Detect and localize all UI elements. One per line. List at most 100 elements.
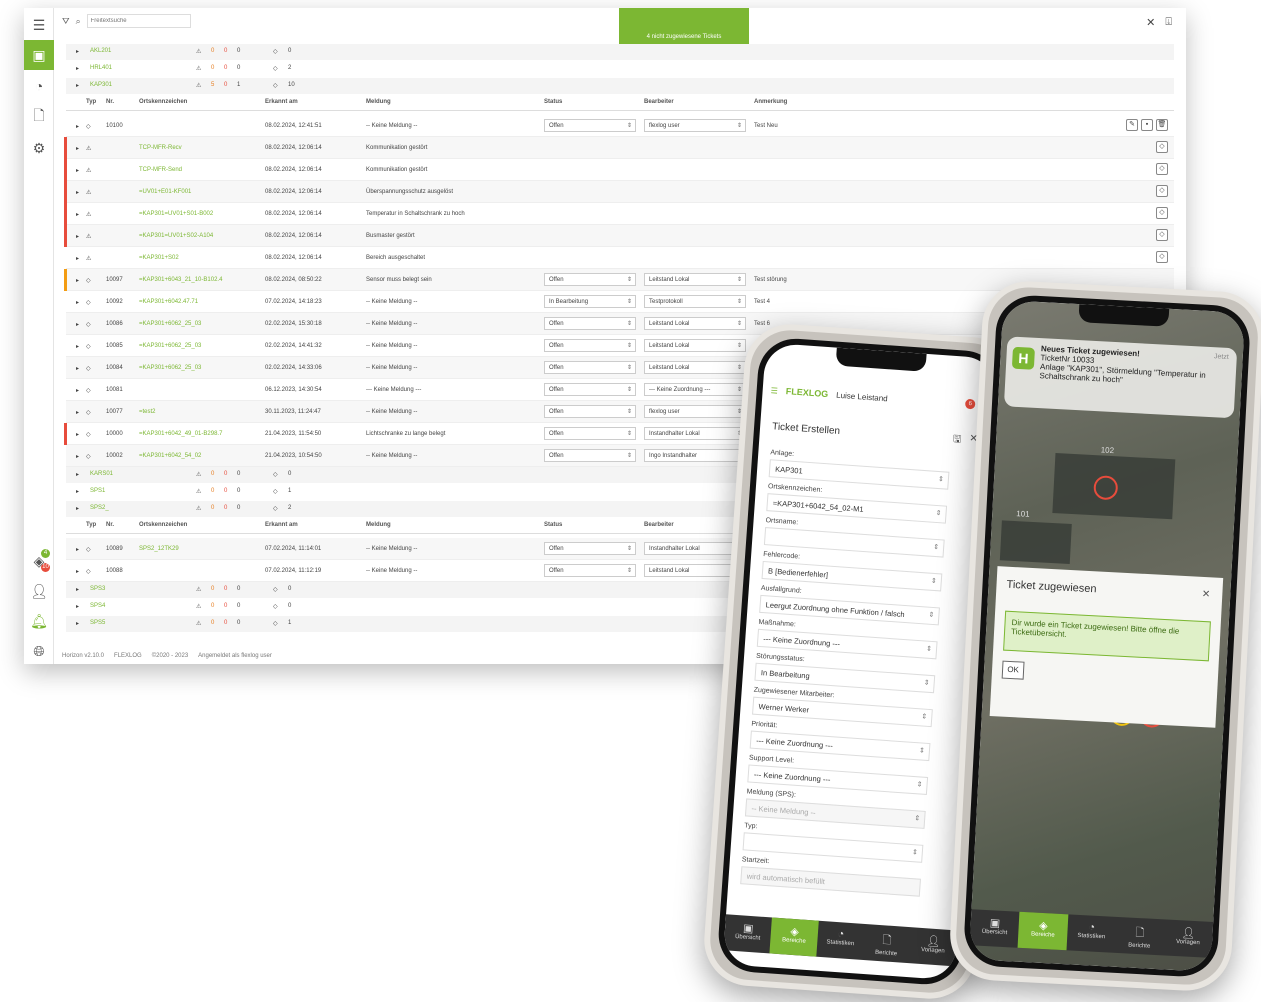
- bell-icon[interactable]: 🔔︎: [24, 606, 54, 636]
- expand-icon[interactable]: ▸: [76, 145, 79, 152]
- overview-icon[interactable]: ▣: [24, 40, 54, 70]
- header-bearbeiter[interactable]: Bearbeiter: [644, 99, 674, 105]
- assignee-select[interactable]: flexlog user: [644, 405, 746, 418]
- header-status[interactable]: Status: [544, 99, 562, 105]
- settings-icon[interactable]: ⚙: [24, 133, 54, 163]
- location-code[interactable]: =KAP301+S02: [139, 255, 179, 261]
- location-code[interactable]: TCP-MFR-Recv: [139, 145, 182, 151]
- group-name[interactable]: SPS3: [90, 586, 105, 592]
- table-row[interactable]: ▸ ⚠ TCP-MFR-Recv 08.02.2024, 12:06:14 Kommun…: [64, 137, 1174, 159]
- location-code[interactable]: =KAP301+6062_25_03: [139, 365, 201, 371]
- table-row[interactable]: ▸ ⚠ =KAP301=UV01+S01-B002 08.02.2024, 12:06…: [64, 203, 1174, 225]
- location-code[interactable]: =UV01+E01-KF001: [139, 189, 191, 195]
- assignee-select[interactable]: Instandhalter Lokal: [644, 427, 746, 440]
- group-name[interactable]: KAP301: [90, 82, 112, 88]
- unassigned-tickets-button[interactable]: 4 nicht zugewiesene Tickets: [619, 8, 749, 46]
- expand-icon[interactable]: ▸: [76, 568, 79, 575]
- assignee-select[interactable]: Ingo Instandhalter: [644, 449, 746, 462]
- header-erkannt[interactable]: Erkannt am: [265, 99, 298, 105]
- expand-icon[interactable]: ▸: [76, 255, 79, 262]
- assignee-select[interactable]: Leitstand Lokal: [644, 317, 746, 330]
- table-row[interactable]: ▸ ⚠ TCP-MFR-Send 08.02.2024, 12:06:14 Kommun…: [64, 159, 1174, 181]
- assignee-select[interactable]: Leitstand Lokal: [644, 339, 746, 352]
- status-select[interactable]: Offen: [544, 119, 636, 132]
- expand-icon[interactable]: ▸: [76, 82, 79, 89]
- expand-icon[interactable]: ▸: [76, 365, 79, 372]
- tab-4[interactable]: 👤︎ Vorlagen: [1163, 919, 1213, 957]
- expand-icon[interactable]: ▸: [76, 387, 79, 394]
- status-select[interactable]: Offen: [544, 339, 636, 352]
- location-code[interactable]: =KAP301=UV01+S01-B002: [139, 211, 213, 217]
- create-ticket-icon[interactable]: ◇: [1156, 163, 1168, 175]
- edit-icon[interactable]: ✎: [1126, 119, 1138, 131]
- tab-0[interactable]: ▣ Übersicht: [970, 909, 1020, 947]
- create-ticket-icon[interactable]: ◇: [1156, 229, 1168, 241]
- expand-icon[interactable]: ▸: [76, 123, 79, 130]
- status-select[interactable]: Offen: [544, 317, 636, 330]
- header-meldung[interactable]: Meldung: [366, 99, 391, 105]
- header-erkannt[interactable]: Erkannt am: [265, 522, 298, 528]
- menu-icon[interactable]: ☰: [770, 386, 778, 395]
- create-ticket-icon[interactable]: ◇: [1156, 185, 1168, 197]
- header-nr[interactable]: Nr.: [106, 522, 114, 528]
- group-row[interactable]: ▸ KAP301 ⚠ 5 0 1 ◇ 10: [66, 78, 1174, 94]
- assignee-select[interactable]: Leitstand Lokal: [644, 273, 746, 286]
- expand-icon[interactable]: ▸: [76, 167, 79, 174]
- tickets-icon[interactable]: ◈ 4 10: [24, 546, 54, 576]
- tab-3[interactable]: 🗋 Berichte: [862, 924, 911, 963]
- tab-2[interactable]: ◔ Statistiken: [816, 921, 865, 960]
- create-ticket-icon[interactable]: ◇: [1156, 141, 1168, 153]
- tab-1[interactable]: ◈ Bereiche: [1017, 911, 1069, 951]
- expand-icon[interactable]: ▸: [76, 488, 79, 495]
- globe-icon[interactable]: 🌐︎: [24, 636, 54, 664]
- location-code[interactable]: =KAP301+6043_21_10-B102.4: [139, 277, 222, 283]
- status-select[interactable]: Offen: [544, 542, 636, 555]
- location-code[interactable]: =KAP301+6042_49_01-B298.7: [139, 431, 222, 437]
- group-name[interactable]: AKL201: [90, 48, 111, 54]
- header-ort[interactable]: Ortskennzeichen: [139, 99, 187, 105]
- expand-icon[interactable]: ▸: [76, 211, 79, 218]
- header-ort[interactable]: Ortskennzeichen: [139, 522, 187, 528]
- expand-icon[interactable]: ▸: [76, 546, 79, 553]
- location-code[interactable]: TCP-MFR-Send: [139, 167, 182, 173]
- table-row[interactable]: ▸ ⚠ =KAP301=UV01+S02-A104 08.02.2024, 12:06…: [64, 225, 1174, 247]
- status-select[interactable]: Offen: [544, 449, 636, 462]
- group-row[interactable]: ▸ AKL201 ⚠ 0 0 0 ◇ 0: [66, 44, 1174, 60]
- expand-icon[interactable]: ▸: [76, 620, 79, 627]
- header-anmerkung[interactable]: Anmerkung: [754, 99, 787, 105]
- group-name[interactable]: SPS2_: [90, 505, 109, 511]
- expand-icon[interactable]: ▸: [76, 409, 79, 416]
- delete-icon[interactable]: ▪: [1141, 119, 1153, 131]
- tab-2[interactable]: ◔ Statistiken: [1066, 914, 1116, 952]
- assignee-select[interactable]: flexlog user: [644, 119, 746, 132]
- location-code[interactable]: =KAP301+6062_25_03: [139, 321, 201, 327]
- expand-icon[interactable]: ▸: [76, 453, 79, 460]
- trash-icon[interactable]: 🗑︎: [1156, 119, 1168, 131]
- status-select[interactable]: Offen: [544, 361, 636, 374]
- save-icon[interactable]: 🖫: [952, 432, 962, 450]
- expand-icon[interactable]: ▸: [76, 471, 79, 478]
- header-typ[interactable]: Typ: [86, 522, 96, 528]
- group-name[interactable]: KARS01: [90, 471, 113, 477]
- close-icon[interactable]: ✕: [1146, 16, 1155, 29]
- expand-icon[interactable]: ▸: [76, 431, 79, 438]
- expand-icon[interactable]: ▸: [76, 48, 79, 55]
- user-icon[interactable]: 👤︎: [24, 576, 54, 606]
- group-name[interactable]: SPS1: [90, 488, 105, 494]
- location-code[interactable]: =KAP301+6062_25_03: [139, 343, 201, 349]
- status-select[interactable]: Offen: [544, 564, 636, 577]
- table-row[interactable]: ▸ ◇ 10100 08.02.2024, 12:41:51 -- Keine Meld…: [66, 115, 1174, 137]
- group-name[interactable]: SPS4: [90, 603, 105, 609]
- search-input[interactable]: [86, 14, 191, 28]
- expand-icon[interactable]: ▸: [76, 189, 79, 196]
- header-nr[interactable]: Nr.: [106, 99, 114, 105]
- location-code[interactable]: =KAP301=UV01+S02-A104: [139, 233, 213, 239]
- assignee-select[interactable]: Testprotokoll: [644, 295, 746, 308]
- reports-icon[interactable]: 🗋: [24, 102, 54, 132]
- location-code[interactable]: =KAP301+6042.47.71: [139, 299, 198, 305]
- status-select[interactable]: Offen: [544, 427, 636, 440]
- menu-icon[interactable]: ☰: [24, 10, 54, 40]
- expand-icon[interactable]: ▸: [76, 343, 79, 350]
- location-code[interactable]: SPS2_12TK29: [139, 546, 179, 552]
- create-ticket-icon[interactable]: ◇: [1156, 251, 1168, 263]
